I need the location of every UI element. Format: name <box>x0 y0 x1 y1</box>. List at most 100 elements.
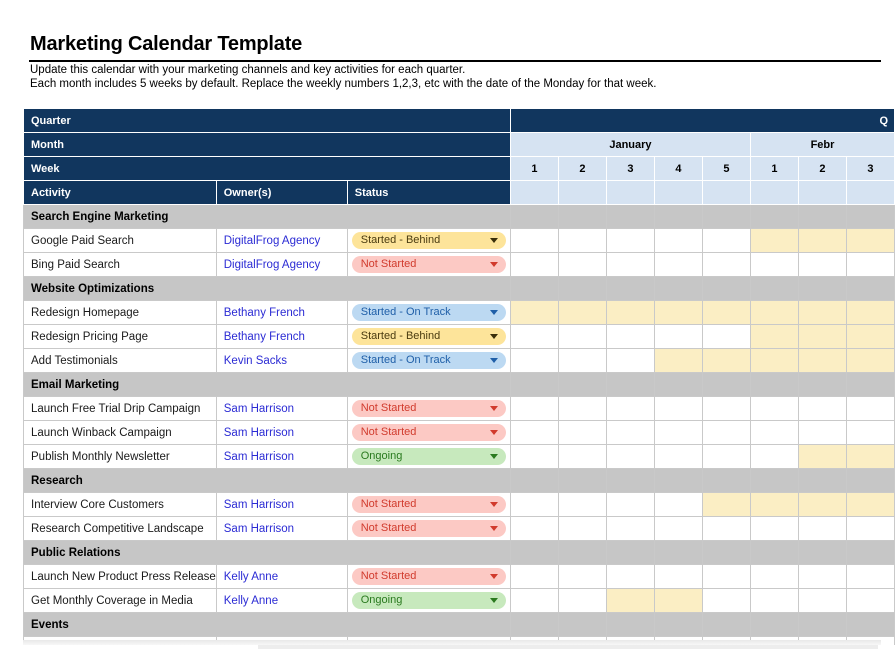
status-cell[interactable]: Not Started <box>346 252 511 277</box>
week-cell-r2-1-7[interactable] <box>845 420 895 445</box>
week-cell-r4-1-6[interactable] <box>797 588 847 613</box>
week-cell-r1-2-0[interactable] <box>509 348 559 373</box>
week-cell-r3-1-7[interactable] <box>845 516 895 541</box>
week-cell-r2-0-0[interactable] <box>509 396 559 421</box>
week-cell-r3-1-5[interactable] <box>749 516 799 541</box>
status-dropdown[interactable]: Not Started <box>351 424 506 441</box>
week-cell-r4-0-2[interactable] <box>605 564 655 589</box>
status-cell[interactable]: Not Started <box>346 492 511 517</box>
week-cell-r0-0-0[interactable] <box>509 228 559 253</box>
week-cell-r1-1-1[interactable] <box>557 324 607 349</box>
week-cell-r2-0-1[interactable] <box>557 396 607 421</box>
week-cell-r1-1-3[interactable] <box>653 324 703 349</box>
status-cell[interactable]: Ongoing <box>346 444 511 469</box>
week-cell-r1-1-5[interactable] <box>749 324 799 349</box>
week-cell-r1-2-5[interactable] <box>749 348 799 373</box>
week-cell-r1-0-5[interactable] <box>749 300 799 325</box>
week-cell-r4-1-2[interactable] <box>605 588 655 613</box>
week-cell-r2-0-5[interactable] <box>749 396 799 421</box>
status-dropdown[interactable]: Not Started <box>351 520 506 537</box>
week-cell-r2-2-1[interactable] <box>557 444 607 469</box>
week-cell-r0-1-3[interactable] <box>653 252 703 277</box>
status-cell[interactable]: Started - Behind <box>346 228 511 253</box>
status-cell[interactable]: Not Started <box>346 516 511 541</box>
week-cell-r2-1-0[interactable] <box>509 420 559 445</box>
week-cell-r0-0-2[interactable] <box>605 228 655 253</box>
week-cell-r2-1-2[interactable] <box>605 420 655 445</box>
week-cell-r1-1-4[interactable] <box>701 324 751 349</box>
week-cell-r4-1-4[interactable] <box>701 588 751 613</box>
week-cell-r1-1-7[interactable] <box>845 324 895 349</box>
status-dropdown[interactable]: Not Started <box>351 256 506 273</box>
owner-cell[interactable]: Sam Harrison <box>215 492 348 517</box>
week-cell-r2-2-4[interactable] <box>701 444 751 469</box>
week-cell-r4-1-1[interactable] <box>557 588 607 613</box>
week-cell-r2-0-7[interactable] <box>845 396 895 421</box>
week-cell-r3-0-5[interactable] <box>749 492 799 517</box>
week-cell-r2-0-6[interactable] <box>797 396 847 421</box>
week-cell-r2-2-2[interactable] <box>605 444 655 469</box>
week-cell-r0-1-2[interactable] <box>605 252 655 277</box>
week-cell-r4-0-3[interactable] <box>653 564 703 589</box>
week-cell-r1-2-2[interactable] <box>605 348 655 373</box>
week-cell-r3-1-2[interactable] <box>605 516 655 541</box>
week-cell-r0-1-5[interactable] <box>749 252 799 277</box>
week-cell-r1-0-4[interactable] <box>701 300 751 325</box>
status-cell[interactable]: Started - On Track <box>346 300 511 325</box>
week-cell-r4-0-0[interactable] <box>509 564 559 589</box>
status-dropdown[interactable]: Started - Behind <box>351 232 506 249</box>
owner-cell[interactable]: DigitalFrog Agency <box>215 228 348 253</box>
owner-cell[interactable]: Sam Harrison <box>215 396 348 421</box>
week-cell-r2-1-4[interactable] <box>701 420 751 445</box>
week-cell-r0-0-6[interactable] <box>797 228 847 253</box>
week-cell-r0-1-0[interactable] <box>509 252 559 277</box>
week-cell-r3-1-0[interactable] <box>509 516 559 541</box>
week-cell-r0-0-3[interactable] <box>653 228 703 253</box>
week-cell-r3-0-2[interactable] <box>605 492 655 517</box>
week-cell-r2-0-4[interactable] <box>701 396 751 421</box>
week-cell-r4-0-4[interactable] <box>701 564 751 589</box>
week-cell-r3-0-0[interactable] <box>509 492 559 517</box>
week-cell-r2-1-5[interactable] <box>749 420 799 445</box>
status-cell[interactable]: Started - Behind <box>346 324 511 349</box>
week-cell-r2-0-3[interactable] <box>653 396 703 421</box>
week-cell-r3-1-6[interactable] <box>797 516 847 541</box>
owner-cell[interactable]: Sam Harrison <box>215 444 348 469</box>
week-cell-r0-1-7[interactable] <box>845 252 895 277</box>
week-cell-r2-1-3[interactable] <box>653 420 703 445</box>
status-dropdown[interactable]: Not Started <box>351 400 506 417</box>
week-cell-r2-0-2[interactable] <box>605 396 655 421</box>
week-cell-r1-2-4[interactable] <box>701 348 751 373</box>
week-cell-r4-1-7[interactable] <box>845 588 895 613</box>
owner-cell[interactable]: Kelly Anne <box>215 564 348 589</box>
week-cell-r4-1-0[interactable] <box>509 588 559 613</box>
week-cell-r4-1-3[interactable] <box>653 588 703 613</box>
week-cell-r4-0-6[interactable] <box>797 564 847 589</box>
status-dropdown[interactable]: Ongoing <box>351 448 506 465</box>
week-cell-r2-1-1[interactable] <box>557 420 607 445</box>
week-cell-r1-1-0[interactable] <box>509 324 559 349</box>
status-dropdown[interactable]: Not Started <box>351 496 506 513</box>
week-cell-r1-2-7[interactable] <box>845 348 895 373</box>
week-cell-r0-1-6[interactable] <box>797 252 847 277</box>
week-cell-r0-0-1[interactable] <box>557 228 607 253</box>
week-cell-r4-1-5[interactable] <box>749 588 799 613</box>
week-cell-r4-0-7[interactable] <box>845 564 895 589</box>
owner-cell[interactable]: Kevin Sacks <box>215 348 348 373</box>
status-dropdown[interactable]: Ongoing <box>351 592 506 609</box>
status-dropdown[interactable]: Started - On Track <box>351 304 506 321</box>
week-cell-r3-0-3[interactable] <box>653 492 703 517</box>
status-dropdown[interactable]: Not Started <box>351 568 506 585</box>
owner-cell[interactable]: Kelly Anne <box>215 588 348 613</box>
owner-cell[interactable]: Bethany French <box>215 324 348 349</box>
status-cell[interactable]: Ongoing <box>346 588 511 613</box>
week-cell-r2-1-6[interactable] <box>797 420 847 445</box>
week-cell-r0-1-1[interactable] <box>557 252 607 277</box>
status-cell[interactable]: Started - On Track <box>346 348 511 373</box>
status-cell[interactable]: Not Started <box>346 396 511 421</box>
week-cell-r3-1-3[interactable] <box>653 516 703 541</box>
week-cell-r1-0-3[interactable] <box>653 300 703 325</box>
status-cell[interactable]: Not Started <box>346 420 511 445</box>
week-cell-r2-2-5[interactable] <box>749 444 799 469</box>
status-cell[interactable]: Not Started <box>346 564 511 589</box>
